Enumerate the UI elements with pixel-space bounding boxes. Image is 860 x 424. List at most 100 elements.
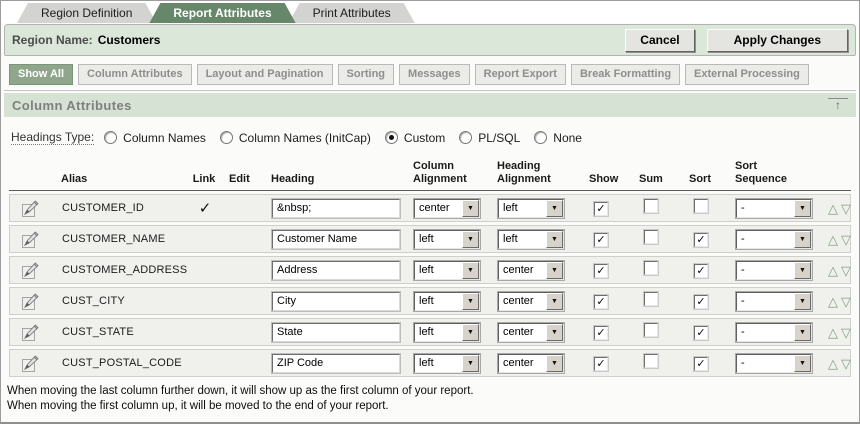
move-up-icon[interactable]: △: [828, 233, 838, 246]
edit-column-icon[interactable]: [21, 261, 40, 280]
heading-input[interactable]: [272, 199, 400, 218]
sort-sequence-select[interactable]: -▼: [736, 323, 812, 342]
show-checkbox[interactable]: ✓: [594, 202, 608, 216]
heading-alignment-select[interactable]: center▼: [498, 261, 564, 280]
tab-report-attributes[interactable]: Report Attributes: [149, 3, 295, 23]
move-up-icon[interactable]: △: [828, 326, 838, 339]
sort-checkbox[interactable]: ✓: [694, 326, 708, 340]
edit-column-icon[interactable]: [21, 323, 40, 342]
radio-button[interactable]: [385, 131, 398, 144]
column-alignment-select[interactable]: left▼: [414, 261, 480, 280]
column-alignment-select[interactable]: left▼: [414, 354, 480, 373]
sort-sequence-select[interactable]: -▼: [736, 199, 812, 218]
chevron-down-icon: ▼: [794, 293, 811, 310]
radio-label: Column Names: [123, 131, 206, 145]
section-filter-button[interactable]: Layout and Pagination: [197, 64, 333, 85]
edit-column-icon[interactable]: [21, 199, 40, 218]
edit-column-icon[interactable]: [21, 230, 40, 249]
sum-checkbox[interactable]: [644, 261, 658, 275]
move-down-icon[interactable]: ▽: [841, 357, 851, 370]
move-down-icon[interactable]: ▽: [841, 233, 851, 246]
edit-column-icon[interactable]: [21, 292, 40, 311]
radio-button[interactable]: [459, 131, 472, 144]
tab-bar: Region Definition Report Attributes Prin…: [1, 1, 859, 23]
section-filter-button[interactable]: Messages: [399, 64, 470, 85]
chevron-down-icon: ▼: [462, 293, 479, 310]
headings-type-label[interactable]: Headings Type:: [11, 130, 94, 145]
sort-sequence-select[interactable]: -▼: [736, 354, 812, 373]
show-checkbox[interactable]: ✓: [594, 264, 608, 278]
move-up-icon[interactable]: △: [828, 264, 838, 277]
move-up-icon[interactable]: △: [828, 357, 838, 370]
section-button-bar: Show All Column AttributesLayout and Pag…: [4, 64, 856, 91]
heading-input[interactable]: [272, 230, 400, 249]
column-alias: CUSTOMER_ID: [50, 202, 180, 214]
footer-note-line: When moving the first column up, it will…: [7, 399, 859, 414]
show-checkbox[interactable]: ✓: [594, 295, 608, 309]
link-indicator: ✓: [180, 199, 230, 217]
sum-checkbox[interactable]: [644, 230, 658, 244]
column-alignment-select[interactable]: left▼: [414, 292, 480, 311]
section-filter-button[interactable]: Sorting: [338, 64, 395, 85]
sort-sequence-select[interactable]: -▼: [736, 261, 812, 280]
scroll-to-top-icon[interactable]: ↑: [828, 98, 848, 112]
heading-alignment-select[interactable]: left▼: [498, 199, 564, 218]
move-down-icon[interactable]: ▽: [841, 202, 851, 215]
chevron-down-icon: ▼: [794, 231, 811, 248]
edit-column-icon[interactable]: [21, 354, 40, 373]
section-filter-button[interactable]: Report Export: [475, 64, 566, 85]
sort-checkbox[interactable]: ✓: [694, 357, 708, 371]
show-all-button[interactable]: Show All: [9, 64, 73, 85]
radio-button[interactable]: [220, 131, 233, 144]
move-down-icon[interactable]: ▽: [841, 295, 851, 308]
column-alias: CUST_STATE: [50, 326, 180, 338]
show-checkbox[interactable]: ✓: [594, 326, 608, 340]
cancel-button[interactable]: Cancel: [625, 29, 694, 52]
table-row: CUSTOMER_ID ✓ center▼ left▼ ✓ -▼ △ ▽: [9, 194, 851, 222]
heading-input[interactable]: [272, 323, 400, 342]
sort-sequence-select[interactable]: -▼: [736, 230, 812, 249]
show-checkbox[interactable]: ✓: [594, 233, 608, 247]
heading-alignment-select[interactable]: center▼: [498, 292, 564, 311]
move-up-icon[interactable]: △: [828, 202, 838, 215]
sum-checkbox[interactable]: [644, 323, 658, 337]
column-alignment-select[interactable]: center▼: [414, 199, 480, 218]
heading-alignment-select[interactable]: center▼: [498, 354, 564, 373]
chevron-down-icon: ▼: [546, 262, 563, 279]
section-title: Column Attributes: [12, 98, 132, 113]
column-alignment-select[interactable]: left▼: [414, 230, 480, 249]
sum-checkbox[interactable]: [644, 199, 658, 213]
sum-checkbox[interactable]: [644, 292, 658, 306]
sort-checkbox[interactable]: ✓: [694, 233, 708, 247]
tab-print-attributes[interactable]: Print Attributes: [289, 3, 415, 23]
headings-type-option: None: [534, 131, 582, 145]
heading-input[interactable]: [272, 292, 400, 311]
sum-checkbox[interactable]: [644, 354, 658, 368]
chevron-down-icon: ▼: [546, 293, 563, 310]
sort-checkbox[interactable]: [694, 199, 708, 213]
table-body: CUSTOMER_ID ✓ center▼ left▼ ✓ -▼ △ ▽ CUS…: [9, 194, 851, 377]
move-down-icon[interactable]: ▽: [841, 264, 851, 277]
heading-input[interactable]: [272, 354, 400, 373]
sort-sequence-select[interactable]: -▼: [736, 292, 812, 311]
column-alias: CUST_POSTAL_CODE: [50, 357, 180, 369]
move-up-icon[interactable]: △: [828, 295, 838, 308]
radio-button[interactable]: [534, 131, 547, 144]
table-row: CUSTOMER_NAME left▼ left▼ ✓ ✓ -▼ △ ▽: [9, 225, 851, 253]
tab-region-definition[interactable]: Region Definition: [17, 3, 156, 23]
heading-alignment-select[interactable]: left▼: [498, 230, 564, 249]
apply-changes-button[interactable]: Apply Changes: [707, 29, 848, 52]
section-filter-button[interactable]: Column Attributes: [78, 64, 192, 85]
radio-button[interactable]: [104, 131, 117, 144]
move-down-icon[interactable]: ▽: [841, 326, 851, 339]
sort-checkbox[interactable]: ✓: [694, 264, 708, 278]
header-edit: Edit: [229, 173, 271, 186]
section-filter-button[interactable]: Break Formatting: [571, 64, 680, 85]
header-sort: Sort: [689, 173, 735, 186]
section-filter-button[interactable]: External Processing: [685, 64, 809, 85]
column-alignment-select[interactable]: left▼: [414, 323, 480, 342]
sort-checkbox[interactable]: ✓: [694, 295, 708, 309]
show-checkbox[interactable]: ✓: [594, 357, 608, 371]
heading-alignment-select[interactable]: center▼: [498, 323, 564, 342]
heading-input[interactable]: [272, 261, 400, 280]
